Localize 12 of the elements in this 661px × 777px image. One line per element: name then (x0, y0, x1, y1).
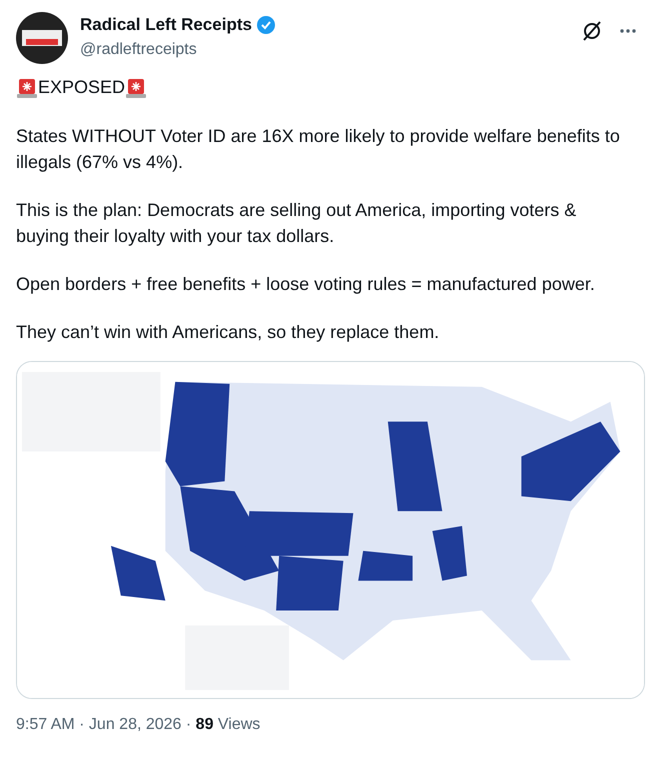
more-icon[interactable] (619, 28, 637, 34)
tweet-paragraph: Open borders + free benefits + loose voting rules = manufactured power. (16, 273, 596, 296)
headline: EXPOSED (38, 76, 126, 99)
tweet-paragraph: They can’t win with Americans, so they replace them. (16, 321, 440, 344)
tweet-paragraph: This is the plan: Democrats are selling out America, importing voters & buying their loyalty with your tax dollars. (16, 199, 578, 248)
avatar[interactable] (16, 12, 68, 64)
tweet-paragraph: States WITHOUT Voter ID are 16X more likely to provide welfare benefits to illegals (67% vs 4%). (16, 125, 621, 174)
siren-icon (125, 76, 148, 98)
author-name[interactable]: Radical Left Receipts (80, 12, 252, 38)
author-handle[interactable]: @radleftreceipts (80, 38, 581, 62)
siren-icon (16, 76, 38, 98)
timestamp: 9:57 AM · Jun 28, 2026 · 89 Views (16, 715, 262, 735)
